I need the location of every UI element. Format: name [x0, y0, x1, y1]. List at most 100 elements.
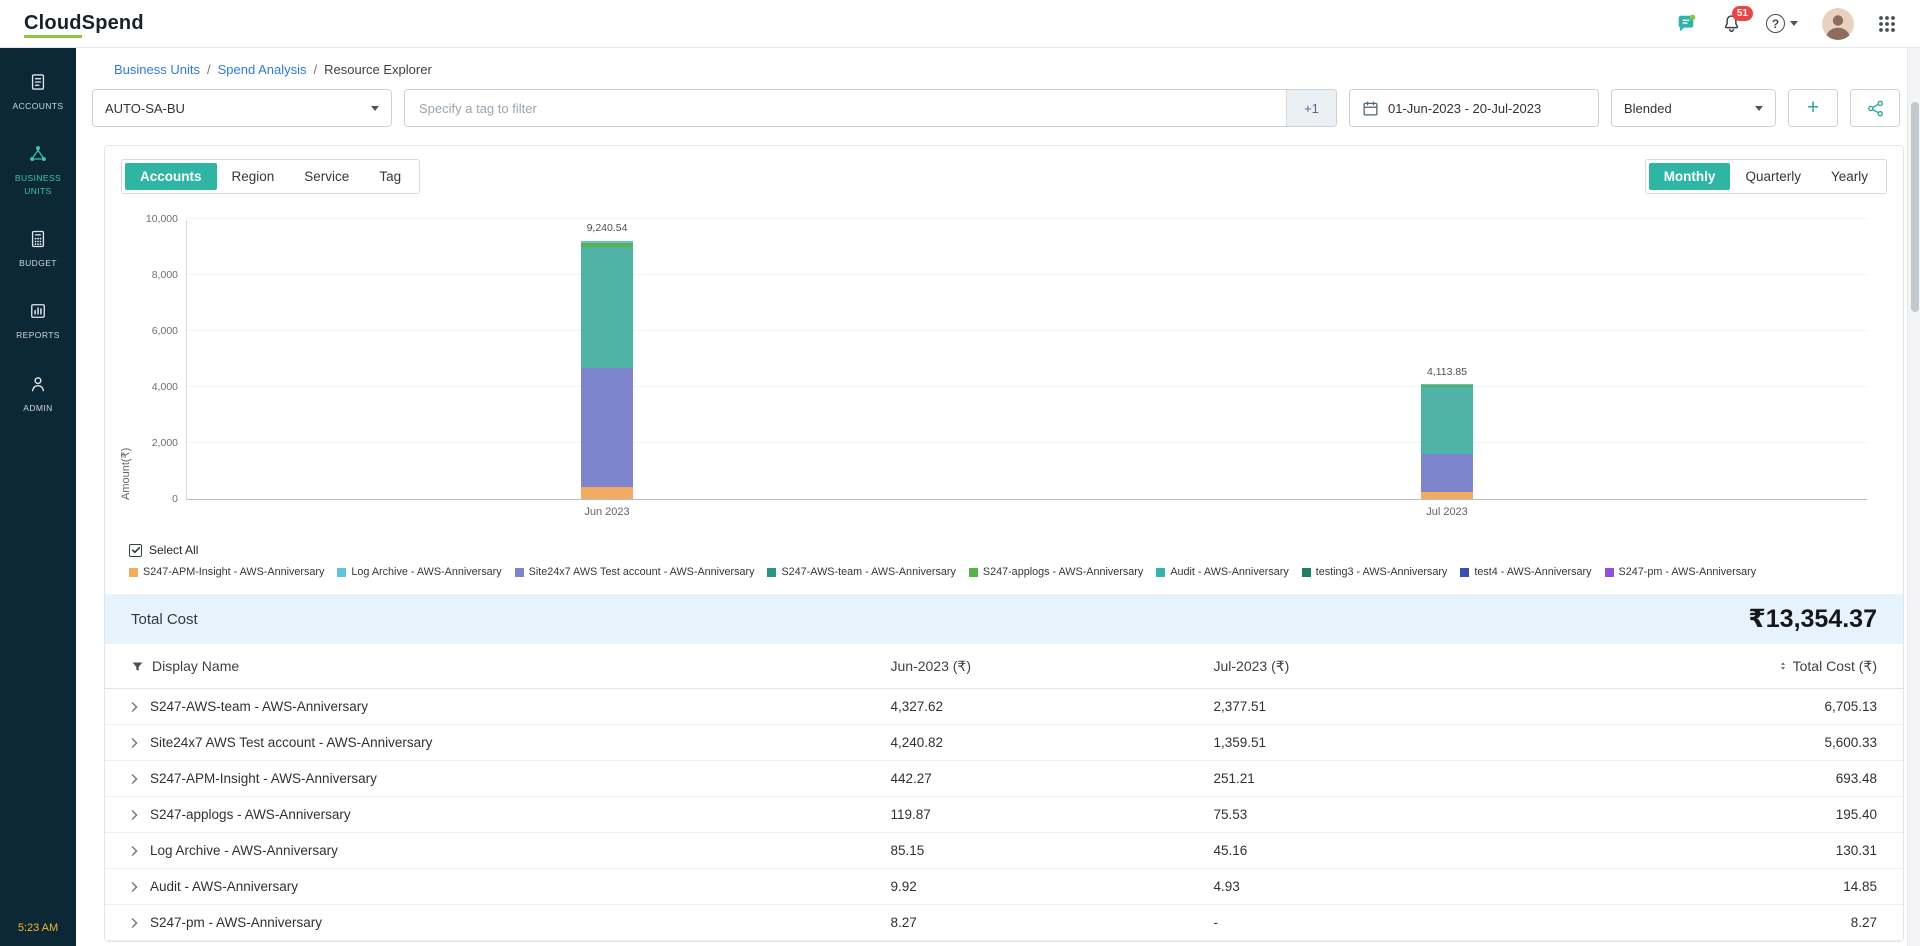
row-total-cost: 5,600.33 — [1824, 735, 1877, 750]
tab-service[interactable]: Service — [289, 163, 364, 190]
notifications-bell-icon[interactable]: 51 — [1721, 13, 1742, 34]
app-logo[interactable]: CloudSpend — [24, 12, 144, 35]
bar-segment[interactable] — [581, 487, 633, 499]
expand-chevron-icon[interactable] — [131, 918, 138, 928]
legend-item[interactable]: S247-AWS-team - AWS-Anniversary — [767, 566, 955, 578]
feedback-icon[interactable] — [1675, 13, 1697, 35]
table-row[interactable]: Log Archive - AWS-Anniversary85.1545.161… — [105, 833, 1903, 869]
row-jul-cost: 45.16 — [1214, 843, 1624, 858]
table-row[interactable]: S247-applogs - AWS-Anniversary119.8775.5… — [105, 797, 1903, 833]
reports-icon — [28, 301, 48, 321]
tab-yearly[interactable]: Yearly — [1816, 163, 1883, 190]
bar-segment[interactable] — [581, 247, 633, 368]
stacked-bar-chart: Amount(₹) 02,0004,0006,0008,00010,0009,2… — [105, 198, 1903, 536]
filter-row: AUTO-SA-BU +1 01-Jun-2023 - 20-Jul-2023 … — [76, 89, 1904, 127]
legend-item[interactable]: S247-applogs - AWS-Anniversary — [969, 566, 1143, 578]
expand-chevron-icon[interactable] — [131, 774, 138, 784]
legend-item[interactable]: S247-pm - AWS-Anniversary — [1605, 566, 1757, 578]
scrollbar-thumb[interactable] — [1911, 102, 1919, 312]
row-jun-cost: 8.27 — [891, 915, 1214, 930]
sidebar-item-label: ADMIN — [23, 402, 52, 414]
row-total-cost: 693.48 — [1836, 771, 1877, 786]
logo-text-spend: Spend — [82, 12, 144, 34]
table-row[interactable]: S247-pm - AWS-Anniversary8.27-8.27 — [105, 905, 1903, 941]
bar-segment[interactable] — [1421, 387, 1473, 454]
row-jun-cost: 4,327.62 — [891, 699, 1214, 714]
expand-chevron-icon[interactable] — [131, 846, 138, 856]
legend-item[interactable]: testing3 - AWS-Anniversary — [1302, 566, 1448, 578]
breadcrumb-business-units[interactable]: Business Units — [114, 62, 200, 77]
vertical-scrollbar[interactable] — [1907, 48, 1920, 946]
breadcrumb-spend-analysis[interactable]: Spend Analysis — [218, 62, 307, 77]
select-all-label: Select All — [149, 543, 198, 557]
sidebar-item-budget[interactable]: BUDGET — [0, 213, 76, 285]
bar-segment[interactable] — [581, 368, 633, 487]
user-avatar[interactable] — [1822, 8, 1854, 40]
row-total-cost: 130.31 — [1836, 843, 1877, 858]
sort-icon — [1778, 660, 1788, 672]
chevron-down-icon — [1790, 21, 1798, 26]
legend-label: testing3 - AWS-Anniversary — [1316, 566, 1448, 578]
expand-chevron-icon[interactable] — [131, 738, 138, 748]
stacked-bar-jun-2023[interactable] — [581, 241, 633, 499]
sidebar-item-reports[interactable]: REPORTS — [0, 285, 76, 357]
row-display-name: Audit - AWS-Anniversary — [150, 879, 298, 894]
expand-chevron-icon[interactable] — [131, 702, 138, 712]
accounts-icon — [28, 72, 48, 92]
topbar-icons: 51 ? — [1675, 8, 1896, 40]
sidebar-item-accounts[interactable]: ACCOUNTS — [0, 56, 76, 128]
table-row[interactable]: Audit - AWS-Anniversary9.924.9314.85 — [105, 869, 1903, 905]
expand-chevron-icon[interactable] — [131, 810, 138, 820]
table-row[interactable]: Site24x7 AWS Test account - AWS-Annivers… — [105, 725, 1903, 761]
legend-label: Site24x7 AWS Test account - AWS-Annivers… — [529, 566, 755, 578]
table-row[interactable]: S247-AWS-team - AWS-Anniversary4,327.622… — [105, 689, 1903, 725]
tab-region[interactable]: Region — [217, 163, 290, 190]
sidebar-nav: ACCOUNTSBUSINESS UNITSBUDGETREPORTS ADMIN — [0, 56, 76, 430]
gridline — [187, 386, 1867, 387]
legend-item[interactable]: S247-APM-Insight - AWS-Anniversary — [129, 566, 324, 578]
total-cost-label: Total Cost — [131, 611, 198, 628]
sidebar-item-admin[interactable]: ADMIN — [0, 358, 76, 430]
breadcrumb-current: Resource Explorer — [324, 62, 432, 77]
business-units-icon — [28, 144, 48, 164]
tab-quarterly[interactable]: Quarterly — [1730, 163, 1816, 190]
row-jul-cost: 2,377.51 — [1214, 699, 1624, 714]
date-range-picker[interactable]: 01-Jun-2023 - 20-Jul-2023 — [1349, 89, 1599, 127]
legend-label: S247-pm - AWS-Anniversary — [1619, 566, 1757, 578]
sidebar-item-business-units[interactable]: BUSINESS UNITS — [0, 128, 76, 213]
plot-area: 02,0004,0006,0008,00010,0009,240.54Jun 2… — [186, 220, 1867, 500]
add-button[interactable]: + — [1788, 89, 1838, 127]
stacked-bar-jul-2023[interactable] — [1421, 384, 1473, 499]
sidebar: ACCOUNTSBUSINESS UNITSBUDGETREPORTS ADMIN… — [0, 48, 76, 946]
bar-segment[interactable] — [1421, 492, 1473, 499]
legend-swatch — [129, 568, 138, 577]
tab-accounts[interactable]: Accounts — [125, 163, 217, 190]
legend-item[interactable]: test4 - AWS-Anniversary — [1460, 566, 1591, 578]
breadcrumb: Business Units / Spend Analysis / Resour… — [76, 48, 1904, 89]
row-jul-cost: 251.21 — [1214, 771, 1624, 786]
select-all-checkbox[interactable] — [129, 544, 142, 557]
table-row[interactable]: S247-APM-Insight - AWS-Anniversary442.27… — [105, 761, 1903, 797]
tab-tag[interactable]: Tag — [364, 163, 416, 190]
bar-segment[interactable] — [1421, 454, 1473, 492]
apps-grid-icon[interactable] — [1878, 15, 1896, 33]
tag-overflow-chip[interactable]: +1 — [1286, 90, 1336, 126]
filter-funnel-icon[interactable] — [131, 660, 144, 673]
legend-label: test4 - AWS-Anniversary — [1474, 566, 1591, 578]
legend-swatch — [969, 568, 978, 577]
legend-item[interactable]: Site24x7 AWS Test account - AWS-Annivers… — [515, 566, 755, 578]
legend-item[interactable]: Log Archive - AWS-Anniversary — [337, 566, 501, 578]
tab-monthly[interactable]: Monthly — [1649, 163, 1731, 190]
legend-item[interactable]: Audit - AWS-Anniversary — [1156, 566, 1288, 578]
expand-chevron-icon[interactable] — [131, 882, 138, 892]
tag-filter-input[interactable] — [405, 90, 1286, 126]
row-total-cost: 195.40 — [1836, 807, 1877, 822]
legend-select-all[interactable]: Select All — [129, 543, 198, 557]
row-jul-cost: - — [1214, 915, 1624, 930]
share-button[interactable] — [1850, 89, 1900, 127]
budget-icon — [28, 229, 48, 249]
business-unit-select[interactable]: AUTO-SA-BU — [92, 89, 392, 127]
help-icon[interactable]: ? — [1766, 14, 1798, 33]
cost-view-select[interactable]: Blended — [1611, 89, 1776, 127]
column-total-cost[interactable]: Total Cost (₹) — [1778, 658, 1877, 675]
